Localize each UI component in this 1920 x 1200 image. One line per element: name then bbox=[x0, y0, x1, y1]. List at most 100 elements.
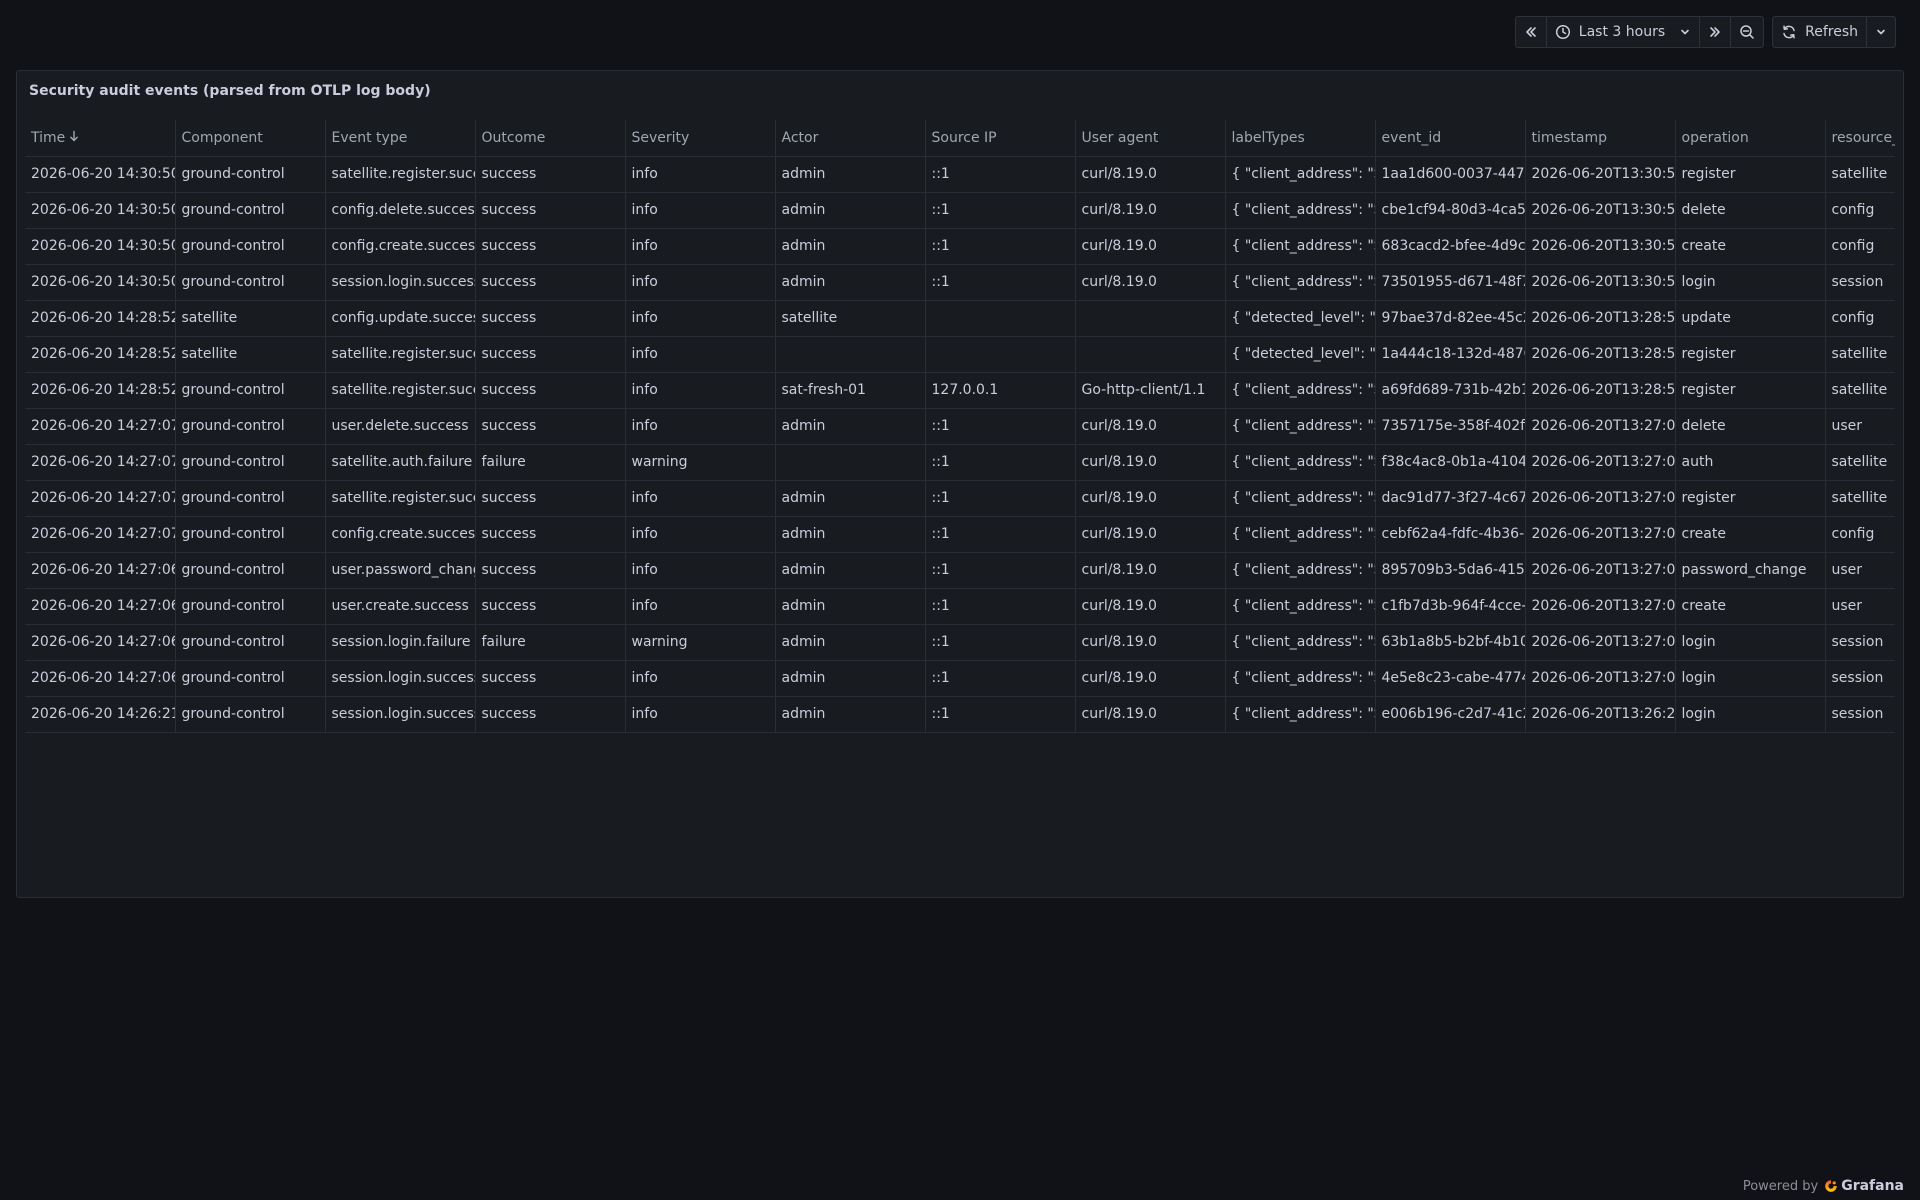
table-cell: 2026-06-20 14:27:06 bbox=[25, 588, 176, 625]
table-cell: 2026-06-20T13:27:0 bbox=[1525, 516, 1676, 553]
table-cell: 2026-06-20T13:27:0 bbox=[1525, 444, 1676, 481]
table-cell: { "client_address": "S bbox=[1225, 192, 1376, 229]
table-cell: dac91d77-3f27-4c67 bbox=[1375, 480, 1526, 517]
table-cell: ground-control bbox=[175, 192, 326, 229]
table-cell: 2026-06-20 14:27:07 bbox=[25, 408, 176, 445]
table-cell: 7357175e-358f-402f- bbox=[1375, 408, 1526, 445]
table-cell: session.login.success bbox=[325, 696, 476, 733]
table-cell: admin bbox=[775, 480, 926, 517]
table-row[interactable]: 2026-06-20 14:27:06 ground-control user.pa… bbox=[25, 552, 1895, 589]
refresh-button[interactable]: Refresh bbox=[1773, 17, 1866, 47]
column-header-label: Severity bbox=[631, 129, 690, 146]
table-cell: ::1 bbox=[925, 588, 1076, 625]
table-cell bbox=[925, 300, 1076, 337]
column-header[interactable]: Severity bbox=[625, 120, 776, 157]
table-row[interactable]: 2026-06-20 14:27:07 ground-control satelli… bbox=[25, 480, 1895, 517]
refresh-interval-dropdown[interactable] bbox=[1866, 17, 1895, 47]
column-header[interactable]: event_id bbox=[1375, 120, 1526, 157]
table-row[interactable]: 2026-06-20 14:27:06 ground-control session… bbox=[25, 624, 1895, 661]
table-cell: satellite.register.succ bbox=[325, 156, 476, 193]
table-cell: 2026-06-20T13:28:5 bbox=[1525, 372, 1676, 409]
table-container[interactable]: Time Component Event type Outcome Severity Ac… bbox=[25, 120, 1895, 733]
table-row[interactable]: 2026-06-20 14:26:21 ground-control session… bbox=[25, 696, 1895, 733]
table-cell: info bbox=[625, 192, 776, 229]
time-range-label: Last 3 hours bbox=[1578, 24, 1666, 40]
table-cell: curl/8.19.0 bbox=[1075, 156, 1226, 193]
table-cell: create bbox=[1675, 516, 1826, 553]
column-header[interactable]: Actor bbox=[775, 120, 926, 157]
zoom-out-icon bbox=[1739, 24, 1755, 40]
column-header[interactable]: Event type bbox=[325, 120, 476, 157]
table-cell: config.create.success bbox=[325, 228, 476, 265]
column-header[interactable]: labelTypes bbox=[1225, 120, 1376, 157]
table-cell bbox=[775, 444, 926, 481]
table-cell: info bbox=[625, 264, 776, 301]
column-header[interactable]: timestamp bbox=[1525, 120, 1676, 157]
table-row[interactable]: 2026-06-20 14:27:07 ground-control config.… bbox=[25, 516, 1895, 553]
zoom-out-button[interactable] bbox=[1730, 17, 1763, 47]
table-cell: success bbox=[475, 264, 626, 301]
table-cell: 127.0.0.1 bbox=[925, 372, 1076, 409]
table-row[interactable]: 2026-06-20 14:28:52 satellite satellite.re… bbox=[25, 336, 1895, 373]
column-header[interactable]: Time bbox=[25, 120, 176, 157]
refresh-group: Refresh bbox=[1772, 16, 1896, 48]
table-cell: 2026-06-20T13:27:0 bbox=[1525, 552, 1676, 589]
table-cell: 895709b3-5da6-4150 bbox=[1375, 552, 1526, 589]
table-row[interactable]: 2026-06-20 14:30:50 ground-control config.… bbox=[25, 228, 1895, 265]
table-cell: ::1 bbox=[925, 444, 1076, 481]
column-header[interactable]: resource_ bbox=[1825, 120, 1896, 157]
table-cell: info bbox=[625, 552, 776, 589]
column-header[interactable]: operation bbox=[1675, 120, 1826, 157]
table-cell: info bbox=[625, 336, 776, 373]
table-cell: { "detected_level": "S bbox=[1225, 300, 1376, 337]
table-cell: 2026-06-20 14:28:52 bbox=[25, 300, 176, 337]
table-cell: f38c4ac8-0b1a-4104 bbox=[1375, 444, 1526, 481]
column-header[interactable]: Source IP bbox=[925, 120, 1076, 157]
table-cell: satellite bbox=[775, 300, 926, 337]
table-row[interactable]: 2026-06-20 14:28:52 ground-control satelli… bbox=[25, 372, 1895, 409]
shift-time-back-button[interactable] bbox=[1516, 17, 1546, 47]
column-header-label: Component bbox=[181, 129, 263, 146]
table-cell: 2026-06-20 14:27:06 bbox=[25, 552, 176, 589]
panel-title[interactable]: Security audit events (parsed from OTLP … bbox=[29, 83, 431, 99]
table-cell: session bbox=[1825, 660, 1895, 697]
arrow-down-icon bbox=[69, 130, 79, 146]
column-header[interactable]: Component bbox=[175, 120, 326, 157]
table-row[interactable]: 2026-06-20 14:30:50 ground-control config.… bbox=[25, 192, 1895, 229]
table-cell: session bbox=[1825, 264, 1895, 301]
table-row[interactable]: 2026-06-20 14:30:50 ground-control session… bbox=[25, 264, 1895, 301]
table-row[interactable]: 2026-06-20 14:28:52 satellite config.updat… bbox=[25, 300, 1895, 337]
table-cell: curl/8.19.0 bbox=[1075, 516, 1226, 553]
column-header-label: timestamp bbox=[1531, 129, 1608, 146]
table-cell bbox=[925, 336, 1076, 373]
table-cell: admin bbox=[775, 552, 926, 589]
time-range-picker-button[interactable]: Last 3 hours bbox=[1545, 17, 1699, 47]
table-row[interactable]: 2026-06-20 14:27:06 ground-control session… bbox=[25, 660, 1895, 697]
table-cell: 2026-06-20T13:30:5 bbox=[1525, 264, 1676, 301]
column-header[interactable]: User agent bbox=[1075, 120, 1226, 157]
table-cell: ground-control bbox=[175, 552, 326, 589]
table-cell: info bbox=[625, 480, 776, 517]
column-header-label: resource_ bbox=[1831, 129, 1896, 146]
table-cell: ::1 bbox=[925, 660, 1076, 697]
table-row[interactable]: 2026-06-20 14:27:06 ground-control user.cr… bbox=[25, 588, 1895, 625]
table-cell: 2026-06-20T13:26:2 bbox=[1525, 696, 1676, 733]
table-cell: 2026-06-20 14:30:50 bbox=[25, 156, 176, 193]
table-cell: login bbox=[1675, 660, 1826, 697]
table-cell: warning bbox=[625, 444, 776, 481]
table-cell: 2026-06-20T13:30:5 bbox=[1525, 156, 1676, 193]
table-row[interactable]: 2026-06-20 14:27:07 ground-control satelli… bbox=[25, 444, 1895, 481]
shift-time-forward-button[interactable] bbox=[1699, 17, 1730, 47]
table-cell: info bbox=[625, 660, 776, 697]
column-header[interactable]: Outcome bbox=[475, 120, 626, 157]
table-cell: admin bbox=[775, 228, 926, 265]
double-chevron-right-icon bbox=[1708, 25, 1722, 39]
table-cell: { "client_address": "S bbox=[1225, 516, 1376, 553]
column-header-label: Outcome bbox=[481, 129, 546, 146]
table-cell: success bbox=[475, 696, 626, 733]
table-cell: ::1 bbox=[925, 480, 1076, 517]
table-cell: session bbox=[1825, 696, 1895, 733]
table-row[interactable]: 2026-06-20 14:30:50 ground-control satelli… bbox=[25, 156, 1895, 193]
table-row[interactable]: 2026-06-20 14:27:07 ground-control user.de… bbox=[25, 408, 1895, 445]
table-cell: warning bbox=[625, 624, 776, 661]
